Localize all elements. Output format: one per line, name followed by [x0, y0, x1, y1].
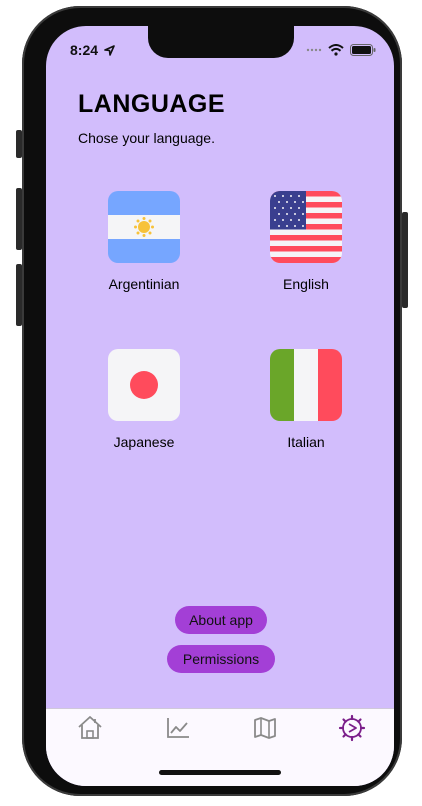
- about-app-button[interactable]: About app: [175, 606, 267, 634]
- home-indicator[interactable]: [159, 770, 281, 775]
- wifi-icon: [328, 44, 344, 56]
- phone-device: 8:24 LANGUAGE Chose your language. Argen…: [14, 0, 410, 800]
- language-option-japanese[interactable]: Japanese: [74, 349, 214, 450]
- status-indicators: [306, 44, 376, 56]
- language-option-english[interactable]: English: [236, 191, 376, 292]
- page-title: LANGUAGE: [78, 90, 226, 118]
- settings-icon: [338, 714, 366, 742]
- power-button: [402, 212, 408, 308]
- signal-icon: [306, 48, 322, 52]
- language-option-italian[interactable]: Italian: [236, 349, 376, 450]
- tab-settings[interactable]: [337, 713, 367, 743]
- location-arrow-icon: [104, 45, 115, 56]
- chart-icon: [167, 718, 189, 738]
- tab-home[interactable]: [75, 713, 105, 743]
- page-subtitle: Chose your language.: [78, 130, 215, 146]
- phone-frame: 8:24 LANGUAGE Chose your language. Argen…: [22, 6, 402, 796]
- language-option-argentinian[interactable]: Argentinian: [74, 191, 214, 292]
- notch: [148, 26, 294, 58]
- language-label: Argentinian: [108, 276, 180, 292]
- permissions-button[interactable]: Permissions: [167, 645, 275, 673]
- tab-stats[interactable]: [163, 713, 193, 743]
- usa-flag-icon: [270, 191, 342, 263]
- japan-flag-icon: [108, 349, 180, 421]
- language-label: Italian: [287, 434, 325, 450]
- app-screen: 8:24 LANGUAGE Chose your language. Argen…: [46, 26, 394, 786]
- home-icon: [78, 716, 102, 739]
- italy-flag-icon: [270, 349, 342, 421]
- battery-icon: [350, 44, 376, 56]
- status-time: 8:24: [70, 42, 99, 58]
- tab-map[interactable]: [250, 713, 280, 743]
- map-icon: [254, 717, 276, 739]
- language-label: English: [283, 276, 329, 292]
- argentina-flag-icon: [108, 191, 180, 263]
- language-label: Japanese: [113, 434, 175, 450]
